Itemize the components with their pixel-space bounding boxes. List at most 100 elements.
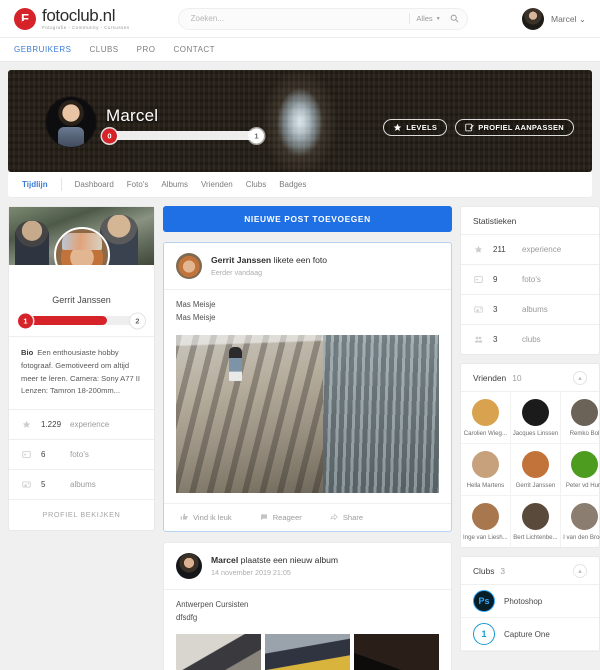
friend-item[interactable]: Carolien Wieg... [461, 392, 511, 444]
post-like-button[interactable]: Vind ik leuk [180, 513, 232, 522]
search-icon[interactable] [450, 14, 459, 23]
levels-button[interactable]: LEVELS [383, 119, 448, 136]
friends-card: Vrienden 10 ▴ Carolien Wieg... Jacques L… [460, 363, 600, 548]
search-divider [409, 13, 411, 24]
tab-dashboard[interactable]: Dashboard [75, 180, 114, 189]
tab-tijdlijn[interactable]: Tijdlijn [22, 180, 48, 189]
tab-vrienden[interactable]: Vrienden [201, 180, 233, 189]
mini-profile-avatar[interactable] [53, 227, 110, 265]
friend-item[interactable]: Inge van Liesh... [461, 496, 511, 547]
post-author-avatar[interactable] [176, 253, 202, 279]
avatar [570, 503, 598, 530]
nav-item-contact[interactable]: CONTACT [174, 45, 216, 54]
tab-badges[interactable]: Badges [279, 180, 306, 189]
album-thumbnail[interactable] [354, 634, 439, 670]
chevron-down-icon: ▼ [435, 15, 441, 22]
post-timestamp: 14 november 2019 21:05 [211, 567, 291, 577]
friend-name: I van den Broek [563, 534, 600, 541]
nav-item-pro[interactable]: PRO [137, 45, 156, 54]
friend-item[interactable]: Remko Bol [561, 392, 600, 444]
search-bar[interactable]: Alles ▼ [177, 7, 468, 30]
stat-label: foto's [522, 275, 541, 284]
mini-level-current-badge: 1 [18, 313, 33, 328]
new-post-button[interactable]: NIEUWE POST TOEVOEGEN [163, 206, 452, 232]
site-logo[interactable]: F fotoclub.nl Fotografie - Community - C… [14, 7, 130, 31]
sidebar-stat-photos: 9 foto's [461, 265, 599, 294]
mini-level-progress-bar: 1 2 [18, 313, 145, 328]
profile-stat-photos: 6 foto's [9, 440, 154, 469]
photoshop-icon: Ps [473, 590, 495, 612]
friend-item[interactable]: Gerrit Janssen [510, 444, 562, 496]
album-thumbnail[interactable] [265, 634, 350, 670]
mini-profile-name: Gerrit Janssen [52, 295, 111, 305]
view-profile-button[interactable]: PROFIEL BEKIJKEN [9, 500, 154, 530]
clubs-count: 3 [500, 565, 506, 576]
post-caption-text: Mas Meisje [176, 312, 216, 322]
tab-clubs[interactable]: Clubs [246, 180, 266, 189]
nav-item-clubs[interactable]: CLUBS [89, 45, 118, 54]
club-name: Capture One [504, 629, 550, 639]
profile-mini-card: Gerrit Janssen 1 2 Bio Een enthousiaste h… [8, 206, 155, 531]
friend-name: Remko Bol [569, 430, 600, 437]
post-caption-text: dfsdfg [176, 612, 198, 622]
avatar [570, 451, 598, 478]
profile-avatar[interactable] [46, 97, 96, 147]
share-icon [330, 513, 338, 521]
club-item-capture-one[interactable]: 1 Capture One [461, 618, 599, 651]
level-progress-bar: 0 1 [102, 128, 264, 143]
collapse-icon[interactable]: ▴ [573, 370, 587, 385]
logo-tagline: Fotografie - Community - Cursussen [42, 24, 130, 30]
friend-item[interactable]: Hella Martens [461, 444, 511, 496]
post-share-label: Share [342, 512, 364, 522]
post-share-button[interactable]: Share [330, 513, 363, 522]
tab-fotos[interactable]: Foto's [127, 180, 149, 189]
friend-item[interactable]: I van den Broek [561, 496, 600, 547]
post-author-name[interactable]: Gerrit Janssen [211, 255, 271, 265]
statistics-card: Statistieken 211 experience 9 foto's 3 a… [460, 206, 600, 355]
friends-count: 10 [512, 372, 522, 383]
post-action-text: likete een foto [273, 255, 328, 265]
account-menu[interactable]: Marcel ⌄ [521, 0, 586, 38]
friend-item[interactable]: Bert Lichtenbe... [511, 496, 562, 547]
profile-stat-experience: 1.229 experience [9, 410, 154, 439]
search-scope-dropdown[interactable]: Alles ▼ [416, 14, 440, 23]
friend-item[interactable]: Peter vd Hurk [561, 444, 600, 496]
level-progress-fill [23, 316, 108, 325]
logo-title: fotoclub.nl [42, 5, 116, 25]
sidebar-stat-albums: 3 albums [461, 295, 599, 324]
tab-albums[interactable]: Albums [161, 180, 188, 189]
star-icon [393, 123, 402, 131]
profile-stat-albums: 5 albums [9, 470, 154, 499]
level-next-badge: 1 [249, 128, 264, 143]
club-icon [473, 335, 484, 344]
feed-post: Marcel plaatste een nieuw album 14 novem… [163, 541, 452, 670]
friend-name: Gerrit Janssen [515, 482, 556, 489]
post-author-name[interactable]: Marcel [211, 555, 238, 565]
post-author-avatar[interactable] [176, 552, 202, 579]
post-action-text: plaatste een nieuw album [240, 554, 339, 565]
avatar [570, 399, 598, 426]
level-current-badge: 0 [102, 128, 117, 143]
search-input[interactable] [190, 14, 404, 23]
profile-tabs: Tijdlijn Dashboard Foto's Albums Vriende… [8, 172, 592, 198]
avatar [521, 503, 549, 530]
stat-label: albums [522, 305, 548, 314]
album-thumbnail[interactable] [176, 634, 261, 670]
nav-item-gebruikers[interactable]: GEBRUIKERS [14, 45, 71, 54]
edit-profile-button[interactable]: PROFIEL AANPASSEN [455, 119, 574, 136]
stat-label: experience [522, 245, 562, 254]
post-like-label: Vind ik leuk [193, 512, 232, 522]
collapse-icon[interactable]: ▴ [573, 563, 587, 578]
post-comment-button[interactable]: Reageer [260, 513, 302, 522]
post-body: Mas Meisje Mas Meisje [164, 290, 451, 335]
post-headline: Gerrit Janssen likete een foto [211, 255, 327, 265]
post-comment-label: Reageer [272, 512, 302, 522]
stat-label: foto's [70, 450, 89, 459]
search-scope-label: Alles [416, 14, 433, 23]
post-body: Antwerpen Cursisten dfsdfg [164, 590, 451, 635]
club-item-photoshop[interactable]: Ps Photoshop [461, 585, 599, 618]
post-photo[interactable] [176, 334, 439, 493]
friend-item[interactable]: Jacques Linssen [510, 392, 562, 444]
avatar [521, 451, 549, 478]
profile-cover: Marcel 0 1 LEVELS PROFIEL AANPASSEN [8, 70, 592, 172]
